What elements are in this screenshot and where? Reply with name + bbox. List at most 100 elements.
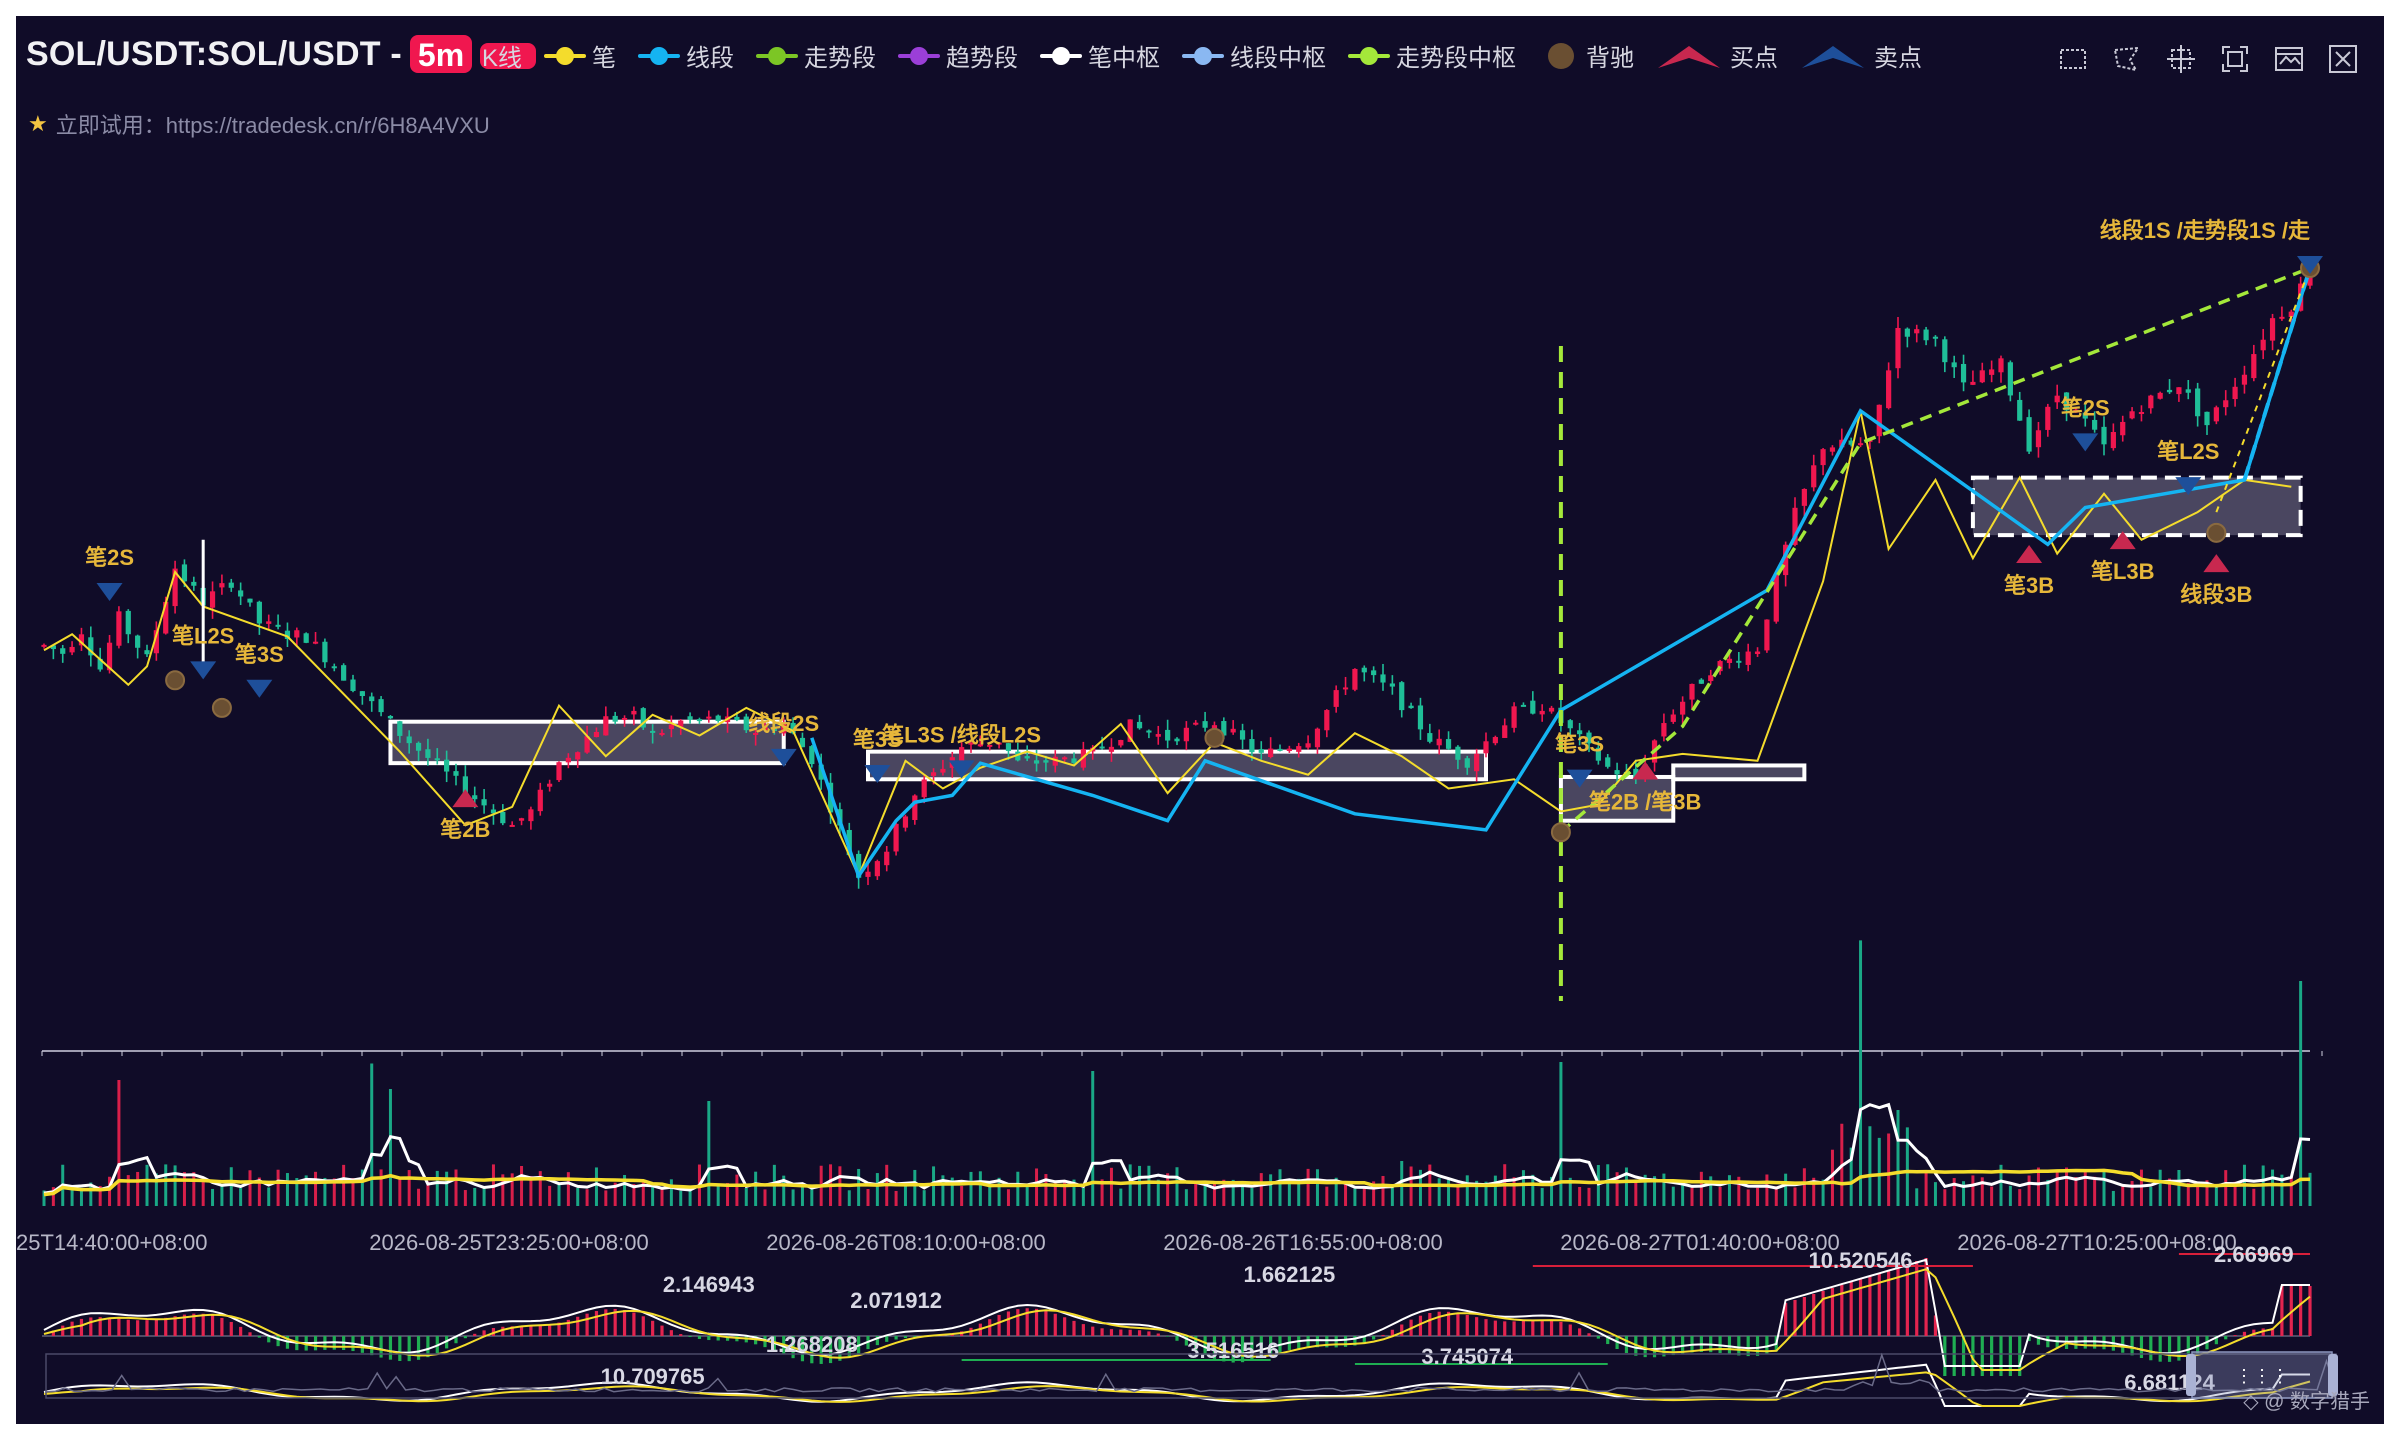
candle-body xyxy=(2101,426,2107,445)
buy-point-label: 笔2B xyxy=(440,817,490,842)
candle-body xyxy=(1352,668,1358,690)
indicator-value-label: 10.709765 xyxy=(601,1364,705,1389)
candle-body xyxy=(1408,705,1414,709)
candle-body xyxy=(472,795,478,800)
candle-body xyxy=(1436,738,1442,746)
candle-body xyxy=(1754,651,1761,654)
candle-body xyxy=(1764,619,1770,651)
legend-item-2[interactable]: 线段 xyxy=(638,38,734,73)
candle-body xyxy=(1708,675,1714,682)
legend-item-10[interactable]: 卖点 xyxy=(1800,38,1922,73)
candle-body xyxy=(1268,748,1274,758)
candle-body xyxy=(434,758,440,761)
legend-item-9[interactable]: 买点 xyxy=(1656,38,1778,73)
candle-body xyxy=(266,621,272,624)
candle-body xyxy=(1071,758,1077,764)
legend-item-7[interactable]: 走势段中枢 xyxy=(1348,38,1516,73)
legend-item-3[interactable]: 走势段 xyxy=(756,38,876,73)
candle-body xyxy=(1333,690,1339,707)
line-icon xyxy=(1348,46,1391,65)
candle-body xyxy=(41,644,47,647)
candle-body xyxy=(1492,737,1498,744)
buy-point-label: 笔3B xyxy=(2004,573,2054,598)
candle-body xyxy=(406,736,412,744)
indicator-value-label: 2.146943 xyxy=(663,1272,755,1297)
candle-body xyxy=(1286,748,1292,751)
candle-body xyxy=(921,779,927,798)
x-axis-label: 25T14:40:00+08:00 xyxy=(16,1230,207,1255)
rect-zoom-icon[interactable] xyxy=(2056,42,2090,76)
candle-body xyxy=(1567,720,1573,729)
candle-body xyxy=(1989,369,1995,375)
candle-body xyxy=(1979,370,1985,383)
candle-body xyxy=(1043,760,1049,763)
candle-body xyxy=(228,582,234,588)
candle-body xyxy=(369,696,375,702)
line-icon xyxy=(1040,46,1083,65)
divergence-point xyxy=(1204,727,1225,748)
candle-body xyxy=(1193,722,1199,725)
candle-body xyxy=(415,742,422,751)
legend-label: 线段 xyxy=(686,45,735,72)
candle-body xyxy=(312,641,319,644)
chart-frame[interactable]: 笔2S 笔L2S 笔3S 笔2B 线段2S 笔3S 笔L3S /线段L2S 笔3S 笔2B /笔… xyxy=(16,16,2384,1424)
candle-body xyxy=(575,752,581,760)
sell-point-marker xyxy=(2072,433,2099,452)
candle-body xyxy=(537,789,543,812)
x-axis-label: 2026-08-25T23:25:00+08:00 xyxy=(369,1230,649,1255)
candle-body xyxy=(1736,660,1742,663)
candle-body xyxy=(116,611,122,646)
legend-item-8[interactable]: 背驰 xyxy=(1538,38,1634,73)
zoom-slider-handle-left[interactable] xyxy=(2186,1354,2196,1396)
candle-body xyxy=(668,724,674,730)
candle-body xyxy=(1455,746,1461,760)
lasso-icon[interactable] xyxy=(2110,42,2144,76)
candle-body xyxy=(331,666,337,669)
candle-body xyxy=(2054,395,2060,403)
candle-body xyxy=(2260,339,2266,351)
candle-body xyxy=(1895,327,1901,369)
candle-body xyxy=(1399,682,1405,711)
interval-badge[interactable]: 5m xyxy=(409,35,473,73)
candle-body xyxy=(902,816,909,828)
zoom-reset-icon[interactable] xyxy=(2218,42,2252,76)
candle-body xyxy=(2007,362,2013,396)
indicator-value-label: 10.520546 xyxy=(1809,1248,1913,1273)
candle-body xyxy=(1305,743,1311,748)
triangle-down-icon xyxy=(1802,45,1865,68)
candle-body xyxy=(2138,412,2145,415)
watermark-text: ◇ @ 数字猎手 xyxy=(2243,1391,2370,1413)
candle-body xyxy=(1371,670,1377,676)
buy-point-marker xyxy=(2016,544,2043,563)
legend-item-1[interactable]: 笔 xyxy=(544,38,616,73)
candle-body xyxy=(734,716,740,721)
candle-body xyxy=(1998,358,2004,373)
legend-item-5[interactable]: 笔中枢 xyxy=(1040,38,1160,73)
candle-body xyxy=(294,630,300,638)
candle-body xyxy=(547,783,553,787)
sell-point-label: 笔2S xyxy=(85,545,134,570)
candle-body xyxy=(1829,447,1836,452)
candle-body xyxy=(2185,389,2191,393)
chan-chart-canvas[interactable]: 笔2S笔L2S笔3S笔2B线段2S笔3S笔L3S /线段L2S 笔3S笔2B /笔… xyxy=(16,16,2384,1424)
promo-text[interactable]: 立即试用：https://tradedesk.cn/r/6H8A4VXU xyxy=(56,108,490,140)
candle-body xyxy=(959,747,965,761)
legend-item-0[interactable]: K线 xyxy=(480,38,536,73)
zoom-in-icon[interactable] xyxy=(2164,42,2198,76)
candle-body xyxy=(1202,721,1208,728)
candle-body xyxy=(593,731,600,738)
save-image-icon[interactable] xyxy=(2272,42,2306,76)
clear-icon[interactable] xyxy=(2326,42,2360,76)
sell-point-label: 线段2S xyxy=(748,711,819,736)
zoom-slider-grip-icon[interactable]: ⋮⋮⋮ xyxy=(2235,1366,2289,1386)
legend-label: 卖点 xyxy=(1874,45,1923,72)
candle-body xyxy=(1530,700,1536,714)
legend-item-4[interactable]: 趋势段 xyxy=(898,38,1018,73)
legend-item-6[interactable]: 线段中枢 xyxy=(1182,38,1326,73)
candle-body xyxy=(528,809,534,822)
indicator-value-label: 3.516516 xyxy=(1187,1338,1279,1363)
candle-body xyxy=(2026,417,2032,452)
chart-title-symbol: SOL/USDT:SOL/USDT - xyxy=(26,34,402,73)
divergence-point xyxy=(1550,822,1571,843)
promo-subtitle: ★ 立即试用：https://tradedesk.cn/r/6H8A4VXU xyxy=(28,108,490,140)
